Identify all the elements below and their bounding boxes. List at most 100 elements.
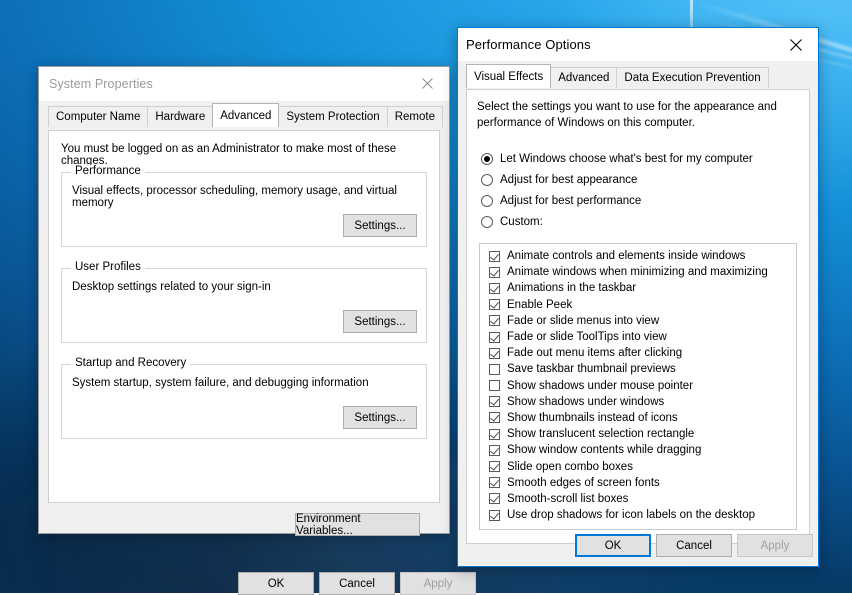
checkbox-checked-icon[interactable] xyxy=(489,396,500,408)
checkbox-checked-icon[interactable] xyxy=(489,282,500,294)
visual-effects-list[interactable]: Animate controls and elements inside win… xyxy=(479,243,797,530)
visual-effect-label: Show window contents while dragging xyxy=(507,444,702,457)
system-properties-ok-button[interactable]: OK xyxy=(238,572,314,595)
visual-effect-label: Enable Peek xyxy=(507,298,573,311)
visual-effect-label: Smooth-scroll list boxes xyxy=(507,492,629,505)
system-properties-tabstrip[interactable]: Computer Name Hardware Advanced System P… xyxy=(39,103,449,127)
checkbox-checked-icon[interactable] xyxy=(489,412,500,424)
checkbox-checked-icon[interactable] xyxy=(489,299,500,311)
checkbox-checked-icon[interactable] xyxy=(489,347,500,359)
radio-custom[interactable]: Custom: xyxy=(481,211,753,232)
visual-effect-item[interactable]: Enable Peek xyxy=(480,297,796,313)
visual-effect-item[interactable]: Animations in the taskbar xyxy=(480,280,796,296)
visual-effect-label: Animate controls and elements inside win… xyxy=(507,250,746,263)
visual-effect-item[interactable]: Use drop shadows for icon labels on the … xyxy=(480,507,796,523)
performance-options-ok-button[interactable]: OK xyxy=(575,534,651,557)
radio-button-icon xyxy=(481,194,493,207)
checkbox-checked-icon[interactable] xyxy=(489,493,500,505)
close-icon[interactable] xyxy=(774,28,818,61)
radio-label: Adjust for best performance xyxy=(500,194,642,207)
radio-button-icon xyxy=(481,173,493,186)
visual-effect-label: Animate windows when minimizing and maxi… xyxy=(507,266,768,279)
visual-effect-item[interactable]: Save taskbar thumbnail previews xyxy=(480,361,796,377)
performance-group: Performance Visual effects, processor sc… xyxy=(61,165,427,247)
tab-advanced[interactable]: Advanced xyxy=(550,67,618,88)
radio-button-icon xyxy=(481,152,493,165)
advanced-tab-pane: You must be logged on as an Administrato… xyxy=(48,130,440,503)
visual-effect-item[interactable]: Slide open combo boxes xyxy=(480,458,796,474)
visual-effect-label: Fade or slide ToolTips into view xyxy=(507,331,667,344)
visual-effects-tab-pane: Select the settings you want to use for … xyxy=(466,89,810,544)
checkbox-unchecked-icon[interactable] xyxy=(489,363,500,375)
system-properties-titlebar[interactable]: System Properties xyxy=(39,67,449,101)
checkbox-checked-icon[interactable] xyxy=(489,331,500,343)
visual-effect-label: Show shadows under mouse pointer xyxy=(507,379,694,392)
visual-effect-item[interactable]: Show window contents while dragging xyxy=(480,442,796,458)
performance-options-cancel-button[interactable]: Cancel xyxy=(656,534,732,557)
startup-recovery-settings-button[interactable]: Settings... xyxy=(343,406,417,429)
checkbox-checked-icon[interactable] xyxy=(489,461,500,473)
checkbox-checked-icon[interactable] xyxy=(489,444,500,456)
visual-effect-label: Slide open combo boxes xyxy=(507,460,633,473)
tab-data-execution-prevention[interactable]: Data Execution Prevention xyxy=(616,67,769,88)
performance-options-titlebar[interactable]: Performance Options xyxy=(458,28,818,61)
visual-effect-label: Show translucent selection rectangle xyxy=(507,428,695,441)
tab-remote[interactable]: Remote xyxy=(386,106,443,127)
radio-adjust-best-appearance[interactable]: Adjust for best appearance xyxy=(481,169,753,190)
user-profiles-group-title: User Profiles xyxy=(71,261,145,273)
visual-effect-label: Smooth edges of screen fonts xyxy=(507,476,660,489)
environment-variables-button[interactable]: Environment Variables... xyxy=(295,513,420,537)
visual-effect-item[interactable]: Smooth edges of screen fonts xyxy=(480,475,796,491)
performance-options-apply-button: Apply xyxy=(737,534,813,557)
performance-options-window[interactable]: Performance Options Visual Effects Advan… xyxy=(457,27,819,567)
visual-effect-label: Use drop shadows for icon labels on the … xyxy=(507,509,756,522)
visual-effect-item[interactable]: Fade out menu items after clicking xyxy=(480,345,796,361)
visual-effect-item[interactable]: Animate controls and elements inside win… xyxy=(480,248,796,264)
visual-effect-item[interactable]: Show shadows under mouse pointer xyxy=(480,378,796,394)
visual-effect-item[interactable]: Show thumbnails instead of icons xyxy=(480,410,796,426)
system-properties-window[interactable]: System Properties Computer Name Hardware… xyxy=(38,66,476,595)
checkbox-checked-icon[interactable] xyxy=(489,509,500,521)
performance-options-tabstrip[interactable]: Visual Effects Advanced Data Execution P… xyxy=(458,64,818,88)
system-properties-apply-button: Apply xyxy=(400,572,476,595)
user-profiles-settings-button[interactable]: Settings... xyxy=(343,310,417,333)
visual-effect-label: Animations in the taskbar xyxy=(507,282,637,295)
startup-recovery-group-title: Startup and Recovery xyxy=(71,357,191,369)
radio-button-icon xyxy=(481,215,493,228)
checkbox-checked-icon[interactable] xyxy=(489,315,500,327)
radio-let-windows-choose[interactable]: Let Windows choose what's best for my co… xyxy=(481,148,753,169)
tab-computer-name[interactable]: Computer Name xyxy=(48,106,149,127)
system-properties-title: System Properties xyxy=(49,77,153,91)
system-properties-cancel-button[interactable]: Cancel xyxy=(319,572,395,595)
visual-effects-intro-line1: Select the settings you want to use for … xyxy=(477,101,777,113)
administrator-notice: You must be logged on as an Administrato… xyxy=(61,143,397,167)
user-profiles-group-description: Desktop settings related to your sign-in xyxy=(72,281,271,293)
tab-advanced[interactable]: Advanced xyxy=(212,103,280,127)
tab-hardware[interactable]: Hardware xyxy=(147,106,214,127)
visual-effect-label: Save taskbar thumbnail previews xyxy=(507,363,676,376)
checkbox-checked-icon[interactable] xyxy=(489,250,500,262)
performance-options-title: Performance Options xyxy=(466,37,591,52)
visual-effect-item[interactable]: Animate windows when minimizing and maxi… xyxy=(480,264,796,280)
visual-effect-item[interactable]: Show translucent selection rectangle xyxy=(480,426,796,442)
checkbox-checked-icon[interactable] xyxy=(489,266,500,278)
checkbox-checked-icon[interactable] xyxy=(489,477,500,489)
tab-visual-effects[interactable]: Visual Effects xyxy=(466,64,552,88)
radio-label: Let Windows choose what's best for my co… xyxy=(500,152,753,165)
visual-effect-item[interactable]: Smooth-scroll list boxes xyxy=(480,491,796,507)
visual-effect-item[interactable]: Fade or slide menus into view xyxy=(480,313,796,329)
close-icon[interactable] xyxy=(405,67,449,100)
checkbox-checked-icon[interactable] xyxy=(489,428,500,440)
user-profiles-group: User Profiles Desktop settings related t… xyxy=(61,261,427,343)
performance-group-description: Visual effects, processor scheduling, me… xyxy=(72,185,397,209)
visual-effect-item[interactable]: Fade or slide ToolTips into view xyxy=(480,329,796,345)
startup-recovery-group: Startup and Recovery System startup, sys… xyxy=(61,357,427,439)
visual-effect-label: Show thumbnails instead of icons xyxy=(507,411,678,424)
visual-effect-item[interactable]: Show shadows under windows xyxy=(480,394,796,410)
radio-adjust-best-performance[interactable]: Adjust for best performance xyxy=(481,190,753,211)
tab-system-protection[interactable]: System Protection xyxy=(278,106,388,127)
checkbox-unchecked-icon[interactable] xyxy=(489,380,500,392)
visual-effects-radio-group[interactable]: Let Windows choose what's best for my co… xyxy=(481,148,753,232)
performance-settings-button[interactable]: Settings... xyxy=(343,214,417,237)
startup-recovery-group-description: System startup, system failure, and debu… xyxy=(72,377,369,389)
